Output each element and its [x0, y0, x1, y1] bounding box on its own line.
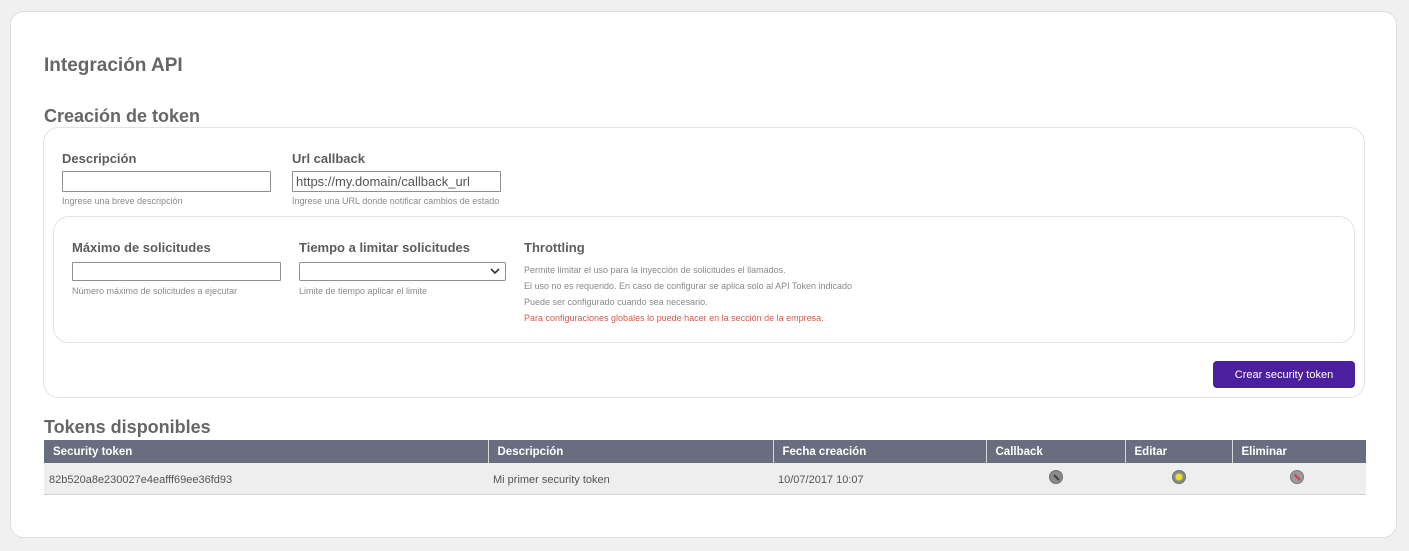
chevron-down-icon: [490, 268, 500, 275]
throttling-line-1: Permite limitar el uso para la inyección…: [524, 265, 786, 275]
description-label: Descripción: [62, 151, 137, 166]
column-header-token: Security token: [44, 440, 489, 463]
max-requests-help: Número máximo de solicitudes a ejecutar: [72, 286, 238, 296]
column-header-created: Fecha creación: [773, 440, 987, 463]
edit-cell: [1125, 463, 1232, 495]
description-help: Ingrese una breve descripción: [62, 196, 183, 206]
create-token-title: Creación de token: [44, 106, 201, 126]
throttling-line-3: Puede ser configurado cuando sea necesar…: [524, 297, 708, 307]
callback-help: Ingrese una URL donde notificar cambios …: [292, 196, 500, 206]
callback-url-input[interactable]: [292, 171, 501, 192]
time-limit-label: Tiempo a limitar solicitudes: [299, 240, 470, 255]
column-header-edit: Editar: [1125, 440, 1233, 463]
page-title: Integración API: [44, 55, 183, 76]
callback-label: Url callback: [292, 151, 365, 166]
time-limit-select[interactable]: [299, 262, 506, 281]
max-requests-label: Máximo de solicitudes: [72, 240, 211, 255]
description-input[interactable]: [62, 171, 271, 192]
tokens-title: Tokens disponibles: [44, 417, 211, 437]
token-value: 82b520a8e230027e4eafff69ee36fd93: [44, 463, 488, 495]
delete-icon[interactable]: [1290, 470, 1304, 484]
throttling-warning: Para configuraciones globales lo puede h…: [524, 313, 824, 323]
table-row: 82b520a8e230027e4eafff69ee36fd93 Mi prim…: [44, 463, 1366, 495]
delete-cell: [1232, 463, 1366, 495]
integration-card: Integración API Creación de token Descri…: [10, 11, 1397, 538]
throttling-title: Throttling: [524, 240, 585, 255]
column-header-callback: Callback: [986, 440, 1126, 463]
table-header-row: Security token Descripción Fecha creació…: [44, 440, 1366, 463]
edit-icon[interactable]: [1172, 470, 1186, 484]
callback-icon[interactable]: [1049, 470, 1063, 484]
token-description: Mi primer security token: [488, 463, 773, 495]
time-limit-help: Limite de tiempo aplicar el limite: [299, 286, 428, 296]
column-header-delete: Eliminar: [1232, 440, 1366, 463]
create-token-button[interactable]: Crear security token: [1213, 361, 1355, 388]
throttling-panel: Máximo de solicitudes Número máximo de s…: [53, 216, 1355, 343]
throttling-line-2: El uso no es requerido. En caso de confi…: [524, 281, 853, 291]
callback-cell: [986, 463, 1125, 495]
token-form-panel: Descripción Ingrese una breve descripció…: [43, 127, 1365, 398]
column-header-description: Descripción: [488, 440, 774, 463]
max-requests-input[interactable]: [72, 262, 281, 281]
token-created-date: 10/07/2017 10:07: [773, 463, 986, 495]
tokens-table: Security token Descripción Fecha creació…: [44, 440, 1366, 495]
